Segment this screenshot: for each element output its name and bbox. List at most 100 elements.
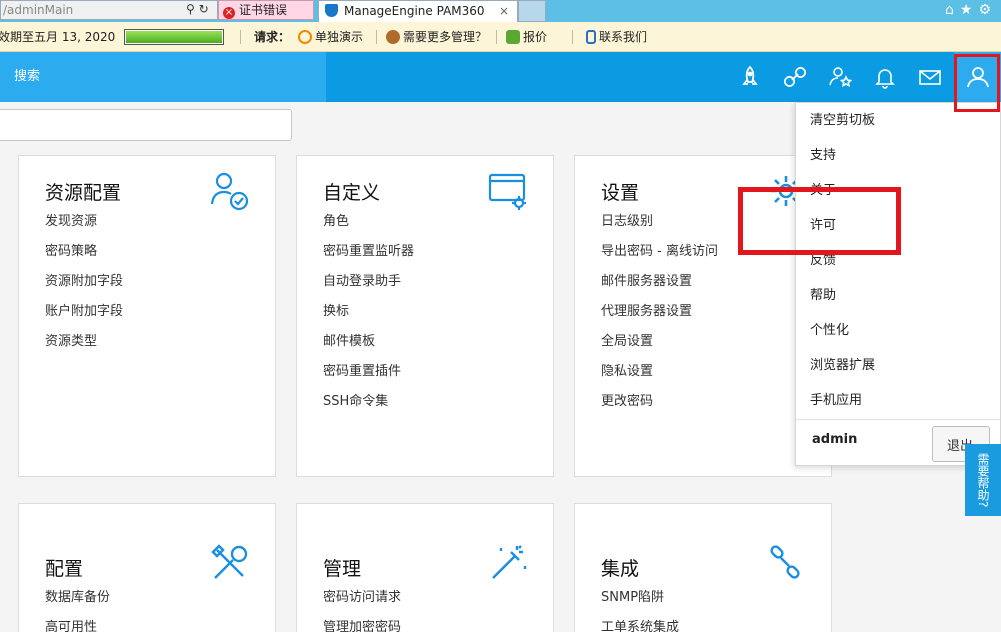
card-title: 管理	[323, 558, 362, 580]
tab-label: 证书错误	[239, 3, 288, 17]
card-title: 配置	[45, 558, 84, 580]
search-input[interactable]	[0, 109, 292, 141]
menu-link[interactable]: SNMP陷阱	[601, 588, 679, 618]
search-label: 搜索	[14, 69, 41, 84]
menu-link[interactable]: 角色	[323, 212, 414, 242]
chain-icon	[765, 542, 807, 584]
menu-link[interactable]: 发现资源	[45, 212, 123, 242]
card-title: 资源配置	[45, 182, 122, 204]
menu-item-help[interactable]: 帮助	[810, 286, 875, 321]
menu-link[interactable]: 导出密码 - 离线访问	[601, 242, 718, 272]
phone-icon	[586, 30, 596, 44]
user-icon	[967, 67, 989, 88]
license-progress-bar	[124, 29, 224, 45]
card-settings: 设置 日志级别 导出密码 - 离线访问 邮件服务器设置 代理服务器设置 全局设置…	[574, 155, 832, 477]
link-label: 联系我们	[599, 30, 648, 44]
license-infobar: 有效期至五月 13, 2020 请求： 单独演示 需要更多管理？ 报价 联系我们	[0, 22, 1001, 52]
tools-icon	[209, 542, 251, 584]
menu-link[interactable]: 数据库备份	[45, 588, 110, 618]
bell-icon[interactable]	[872, 64, 898, 90]
expiry-text: 有效期至五月 13, 2020	[0, 30, 116, 44]
search-area[interactable]: 搜索	[0, 52, 326, 102]
close-icon[interactable]: ×	[499, 1, 509, 21]
menu-link[interactable]: 换标	[323, 302, 414, 332]
menu-link[interactable]: 资源附加字段	[45, 272, 123, 302]
request-label: 请求：	[254, 30, 291, 44]
error-icon: ×	[223, 7, 235, 19]
headset-icon	[298, 30, 312, 44]
link-label: 需要更多管理？	[403, 30, 488, 44]
help-side-tab[interactable]: 需要帮助?	[965, 444, 1001, 516]
menu-link[interactable]: 日志级别	[601, 212, 718, 242]
link-contact[interactable]: 联系我们	[586, 22, 647, 52]
link-demo[interactable]: 单独演示	[298, 22, 363, 52]
app-header: 搜索	[0, 52, 1001, 102]
divider	[376, 30, 377, 44]
menu-link[interactable]: 密码重置插件	[323, 362, 414, 392]
menu-link[interactable]: 工单系统集成	[601, 618, 679, 632]
tab-label: ManageEngine PAM360	[344, 4, 485, 18]
menu-link[interactable]: 管理加密密码	[323, 618, 401, 632]
menu-link[interactable]: 隐私设置	[601, 362, 718, 392]
user-dropdown-menu: 清空剪切板 支持 关于 许可 反馈 帮助 个性化 浏览器扩展 手机应用 admi…	[795, 102, 1001, 466]
card-title: 设置	[601, 182, 640, 204]
menu-link[interactable]: 密码访问请求	[323, 588, 401, 618]
gear-icon[interactable]: ⚙	[978, 2, 997, 18]
menu-item-support[interactable]: 支持	[810, 146, 875, 181]
menu-link[interactable]: SSH命令集	[323, 392, 414, 422]
person-icon	[386, 30, 400, 44]
menu-link[interactable]: 密码重置监听器	[323, 242, 414, 272]
mail-icon[interactable]	[917, 64, 943, 90]
menu-link[interactable]: 账户附加字段	[45, 302, 123, 332]
link-icon[interactable]	[782, 64, 808, 90]
address-tools[interactable]: ⚲ ↻	[186, 0, 218, 20]
card-customize: 自定义 角色 密码重置监听器 自动登录助手 换标 邮件模板 密码重置插件 SSH…	[296, 155, 554, 477]
rocket-icon[interactable]	[737, 64, 763, 90]
link-label: 单独演示	[315, 30, 364, 44]
window-gear-icon	[487, 170, 529, 212]
card-management: 管理 密码访问请求 管理加密密码	[296, 503, 554, 632]
address-text: /adminMain	[3, 3, 74, 17]
link-more-management[interactable]: 需要更多管理？	[386, 22, 487, 52]
divider	[240, 30, 241, 44]
menu-item-license[interactable]: 许可	[810, 216, 875, 251]
tag-icon	[506, 30, 520, 44]
user-star-icon[interactable]	[827, 64, 853, 90]
card-title: 集成	[601, 558, 640, 580]
menu-link[interactable]: 高可用性	[45, 618, 110, 632]
home-icon[interactable]: ⌂	[945, 2, 960, 18]
card-configuration: 配置 数据库备份 高可用性	[18, 503, 276, 632]
link-label: 报价	[523, 30, 548, 44]
menu-item-browser-extension[interactable]: 浏览器扩展	[810, 356, 875, 391]
card-title: 自定义	[323, 182, 381, 204]
menu-item-personalize[interactable]: 个性化	[810, 321, 875, 356]
menu-link[interactable]: 更改密码	[601, 392, 718, 422]
menu-link[interactable]: 资源类型	[45, 332, 123, 362]
username: admin	[812, 432, 858, 447]
browser-tools: ⌂★⚙	[945, 0, 997, 20]
tab-pam360[interactable]: ManageEngine PAM360 ×	[318, 0, 518, 22]
progress-fill	[126, 31, 222, 43]
menu-link[interactable]: 邮件服务器设置	[601, 272, 718, 302]
magic-wand-icon	[487, 542, 529, 584]
shield-icon	[325, 4, 338, 17]
menu-item-about[interactable]: 关于	[810, 181, 875, 216]
refresh-icon[interactable]: ↻	[199, 2, 209, 16]
menu-item-clear-clipboard[interactable]: 清空剪切板	[810, 111, 875, 146]
divider	[572, 30, 573, 44]
star-icon[interactable]: ★	[960, 2, 979, 18]
card-resource-config: 资源配置 发现资源 密码策略 资源附加字段 账户附加字段 资源类型	[18, 155, 276, 477]
search-icon[interactable]: ⚲	[186, 2, 195, 16]
menu-link[interactable]: 密码策略	[45, 242, 123, 272]
link-quote[interactable]: 报价	[506, 22, 547, 52]
new-tab-button[interactable]	[518, 0, 546, 22]
menu-item-feedback[interactable]: 反馈	[810, 251, 875, 286]
divider	[496, 30, 497, 44]
card-integration: 集成 SNMP陷阱 工单系统集成	[574, 503, 832, 632]
user-check-icon	[209, 170, 251, 212]
menu-link[interactable]: 邮件模板	[323, 332, 414, 362]
menu-link[interactable]: 全局设置	[601, 332, 718, 362]
tab-certificate-error[interactable]: × 证书错误	[218, 0, 314, 20]
menu-link[interactable]: 代理服务器设置	[601, 302, 718, 332]
menu-link[interactable]: 自动登录助手	[323, 272, 414, 302]
